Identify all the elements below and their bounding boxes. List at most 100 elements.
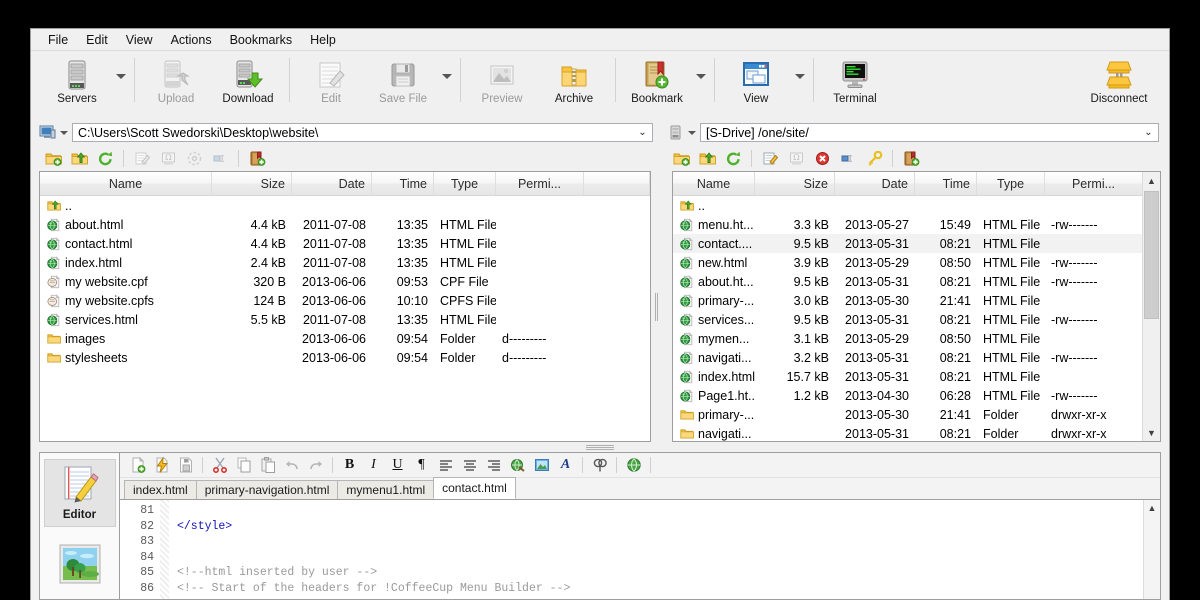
editor-tab[interactable]: index.html [124, 480, 197, 499]
menu-item-actions[interactable]: Actions [162, 30, 221, 50]
align-left-icon[interactable] [434, 454, 457, 477]
paste-icon[interactable] [256, 454, 279, 477]
local-file-list[interactable]: Name Size Date Time Type Permi... .. about.htm… [39, 171, 651, 442]
italic-icon[interactable]: I [362, 454, 385, 477]
file-row[interactable]: primary-... 3.0 kB 2013-05-30 21:41 HTML Fil… [673, 291, 1143, 310]
file-row[interactable]: stylesheets 2013-06-06 09:54 Folder d-------… [40, 348, 650, 367]
paragraph-icon[interactable]: ¶ [410, 454, 433, 477]
add-bookmark-icon[interactable] [899, 146, 923, 170]
save-file-icon[interactable] [174, 454, 197, 477]
disconnect-button[interactable]: Disconnect [1083, 54, 1155, 108]
column-header-name[interactable]: Name [673, 172, 755, 195]
file-row[interactable]: images 2013-06-06 09:54 Folder d--------- [40, 329, 650, 348]
bookmark-button[interactable]: Bookmark [621, 54, 693, 108]
local-path-combobox[interactable]: C:\Users\Scott Swedorski\Desktop\website… [72, 123, 653, 142]
vertical-splitter[interactable] [651, 171, 663, 442]
editor-tab[interactable]: contact.html [433, 477, 516, 499]
mode-image-preview[interactable] [44, 539, 116, 593]
file-row[interactable]: contact.html 4.4 kB 2011-07-08 13:35 HTML Fi… [40, 234, 650, 253]
menu-item-edit[interactable]: Edit [77, 30, 117, 50]
column-header-name[interactable]: Name [40, 172, 212, 195]
bookmark-dropdown-arrow[interactable] [693, 54, 709, 98]
add-bookmark-icon[interactable] [245, 146, 269, 170]
quick-insert-icon[interactable] [150, 454, 173, 477]
column-header-type[interactable]: Type [434, 172, 496, 195]
horizontal-splitter[interactable] [31, 442, 1169, 452]
archive-button[interactable]: Archive [538, 54, 610, 108]
view-button[interactable]: View [720, 54, 792, 108]
edit-button[interactable]: Edit [295, 54, 367, 108]
remote-path-combobox[interactable]: [S-Drive] /one/site/ ⌄ [700, 123, 1159, 142]
file-row[interactable]: .. [673, 196, 1143, 215]
file-row[interactable]: mymen... 3.1 kB 2013-05-29 08:50 HTML File [673, 329, 1143, 348]
scroll-thumb[interactable] [1144, 191, 1159, 319]
column-header-type[interactable]: Type [977, 172, 1045, 195]
file-row[interactable]: services.html 5.5 kB 2011-07-08 13:35 HTML F… [40, 310, 650, 329]
menu-item-file[interactable]: File [39, 30, 77, 50]
file-row[interactable]: navigati... 3.2 kB 2013-05-31 08:21 HTML Fil… [673, 348, 1143, 367]
file-row[interactable]: navigati... 2013-05-31 08:21 Folder drwxr-xr… [673, 424, 1143, 441]
new-file-icon[interactable] [126, 454, 149, 477]
column-header-time[interactable]: Time [915, 172, 977, 195]
file-row[interactable]: Page1.ht... 1.2 kB 2013-04-30 06:28 HTML Fil… [673, 386, 1143, 405]
file-row[interactable]: primary-... 2013-05-30 21:41 Folder drwxr-xr… [673, 405, 1143, 424]
preview-browser-icon[interactable] [622, 454, 645, 477]
code-editor[interactable]: 81 82 83 84 85 86 </style> <!--html inserted … [120, 500, 1160, 599]
download-button[interactable]: Download [212, 54, 284, 108]
file-row[interactable]: my website.cpf 320 B 2013-06-06 09:53 CPF Fi… [40, 272, 650, 291]
undo-icon[interactable] [280, 454, 303, 477]
cut-icon[interactable] [208, 454, 231, 477]
menu-item-help[interactable]: Help [301, 30, 345, 50]
scroll-up-arrow[interactable]: ▲ [1143, 172, 1160, 189]
column-header-permi[interactable]: Permi... [496, 172, 584, 195]
font-color-icon[interactable]: A [554, 454, 577, 477]
refresh-icon[interactable] [93, 146, 117, 170]
new-folder-icon[interactable] [669, 146, 693, 170]
column-header-blank[interactable] [584, 172, 650, 195]
file-row[interactable]: services.... 9.5 kB 2013-05-31 08:21 HTML Fi… [673, 310, 1143, 329]
insert-image-icon[interactable] [530, 454, 553, 477]
code-content[interactable]: </style> <!--html inserted by user --> <!… [169, 500, 1160, 599]
align-right-icon[interactable] [482, 454, 505, 477]
servers-dropdown-arrow[interactable] [113, 54, 129, 98]
bold-icon[interactable]: B [338, 454, 361, 477]
go-up-icon[interactable] [67, 146, 91, 170]
scroll-up-arrow[interactable]: ▲ [1144, 500, 1160, 516]
new-folder-icon[interactable] [41, 146, 65, 170]
terminal-button[interactable]: Terminal [819, 54, 891, 108]
file-row[interactable]: about.ht... 9.5 kB 2013-05-31 08:21 HTML Fil… [673, 272, 1143, 291]
servers-button[interactable]: Servers [41, 54, 113, 108]
delete-icon[interactable] [810, 146, 834, 170]
file-row[interactable]: index.html 2.4 kB 2011-07-08 13:35 HTML File [40, 253, 650, 272]
file-row[interactable]: .. [40, 196, 650, 215]
underline-icon[interactable]: U [386, 454, 409, 477]
chevron-down-icon[interactable]: ⌄ [635, 127, 650, 138]
redo-icon[interactable] [304, 454, 327, 477]
column-header-date[interactable]: Date [835, 172, 915, 195]
editor-scrollbar[interactable]: ▲ [1143, 500, 1160, 599]
column-header-permi[interactable]: Permi... [1045, 172, 1143, 195]
local-address-dropdown-arrow[interactable] [58, 124, 69, 142]
file-row[interactable]: new.html 3.9 kB 2013-05-29 08:50 HTML File -r… [673, 253, 1143, 272]
file-row[interactable]: my website.cpfs 124 B 2013-06-06 10:10 CPFS … [40, 291, 650, 310]
column-header-time[interactable]: Time [372, 172, 434, 195]
column-header-date[interactable]: Date [292, 172, 372, 195]
preview-button[interactable]: Preview [466, 54, 538, 108]
menu-item-view[interactable]: View [117, 30, 162, 50]
mode-editor[interactable]: Editor [43, 459, 116, 527]
copy-icon[interactable] [232, 454, 255, 477]
file-row[interactable]: about.html 4.4 kB 2011-07-08 13:35 HTML File [40, 215, 650, 234]
refresh-icon[interactable] [721, 146, 745, 170]
chevron-down-icon[interactable]: ⌄ [1141, 127, 1156, 138]
save-file-dropdown-arrow[interactable] [439, 54, 455, 98]
find-icon[interactable] [588, 454, 611, 477]
permissions-key-icon[interactable] [862, 146, 886, 170]
file-row[interactable]: index.html 15.7 kB 2013-05-31 08:21 HTML Fil… [673, 367, 1143, 386]
upload-button[interactable]: Upload [140, 54, 212, 108]
save-file-button[interactable]: Save File [367, 54, 439, 108]
scroll-down-arrow[interactable]: ▼ [1143, 424, 1160, 441]
column-header-size[interactable]: Size [755, 172, 835, 195]
menu-item-bookmarks[interactable]: Bookmarks [221, 30, 302, 50]
column-header-size[interactable]: Size [212, 172, 292, 195]
file-row[interactable]: menu.ht... 3.3 kB 2013-05-27 15:49 HTML File… [673, 215, 1143, 234]
